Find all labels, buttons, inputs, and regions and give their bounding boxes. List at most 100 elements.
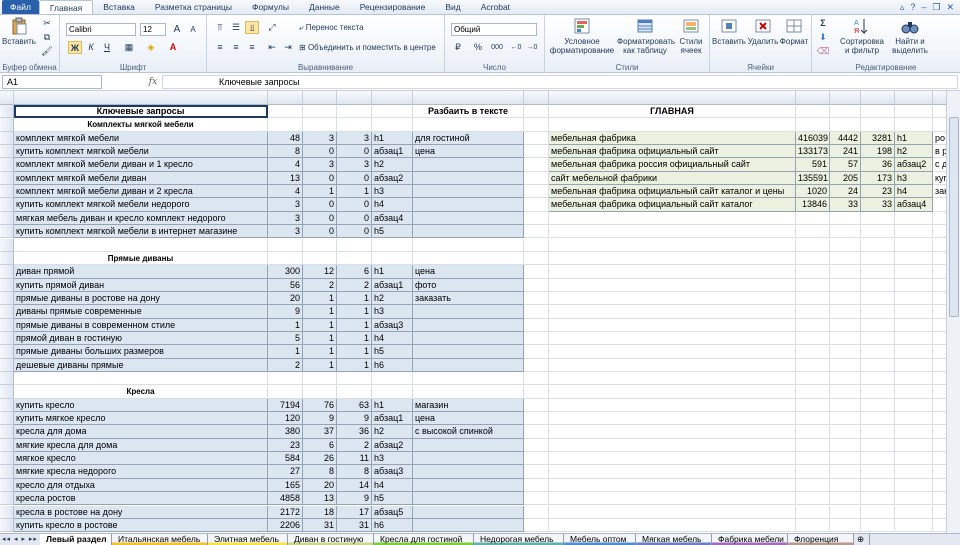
cell-H20[interactable] bbox=[549, 358, 796, 372]
sheet-nav-arrows-icon[interactable]: ◂◂ ◂ ▸ ▸▸ bbox=[0, 534, 40, 545]
cell-A24[interactable]: купить мягкое кресло bbox=[14, 412, 268, 426]
cell-L2[interactable] bbox=[895, 118, 933, 132]
borders-icon[interactable]: ▦ bbox=[122, 41, 136, 54]
decrease-decimal-icon[interactable]: →0 bbox=[525, 41, 539, 54]
worksheet-grid[interactable]: Ключевые запросы Разбаить в тексте ГЛАВНАЯ… bbox=[0, 91, 946, 533]
row-header[interactable] bbox=[0, 412, 14, 426]
cell-F3[interactable]: для гостиной bbox=[413, 131, 524, 146]
cell-G27[interactable] bbox=[524, 452, 549, 466]
sheet-tab[interactable]: Флоренция bbox=[788, 534, 854, 545]
cell-H30[interactable] bbox=[549, 492, 796, 506]
cell-L32[interactable] bbox=[895, 518, 933, 533]
cell-H14[interactable] bbox=[549, 278, 796, 292]
cell-E19[interactable]: h5 bbox=[372, 345, 413, 359]
cell-A29[interactable]: кресло для отдыха bbox=[14, 478, 268, 493]
cell-F27[interactable] bbox=[413, 452, 524, 466]
format-as-table-button[interactable]: Форматировать как таблицу bbox=[617, 17, 675, 55]
cell-K31[interactable] bbox=[861, 505, 895, 519]
column-header[interactable] bbox=[337, 91, 372, 105]
cell-H4[interactable]: мебельная фабрика официальный сайт bbox=[549, 145, 796, 159]
cell-G18[interactable] bbox=[524, 331, 549, 346]
cell-F11[interactable] bbox=[413, 238, 524, 252]
column-header[interactable] bbox=[830, 91, 861, 105]
cell-C9[interactable]: 0 bbox=[303, 211, 337, 226]
cell-E13[interactable]: h1 bbox=[372, 265, 413, 279]
cell-B4[interactable]: 8 bbox=[268, 145, 303, 159]
cell-E28[interactable]: абзац3 bbox=[372, 465, 413, 479]
cell-L3[interactable]: h1 bbox=[895, 131, 933, 146]
cell-B19[interactable]: 1 bbox=[268, 345, 303, 359]
orientation-icon[interactable]: ⤢ bbox=[265, 21, 279, 34]
cell-J3[interactable]: 4442 bbox=[830, 131, 861, 146]
cell-L22[interactable] bbox=[895, 385, 933, 399]
tab-review[interactable]: Рецензирование bbox=[350, 0, 436, 14]
row-header[interactable] bbox=[0, 198, 14, 212]
cell-A2[interactable]: Комплекты мягкой мебели bbox=[14, 118, 268, 132]
row-header[interactable] bbox=[0, 331, 14, 346]
cell-B23[interactable]: 7194 bbox=[268, 398, 303, 413]
cell-K28[interactable] bbox=[861, 465, 895, 479]
cell-B20[interactable]: 2 bbox=[268, 358, 303, 372]
cell-M9[interactable] bbox=[933, 212, 946, 226]
cell-G10[interactable] bbox=[524, 225, 549, 239]
cell-L19[interactable] bbox=[895, 345, 933, 359]
shrink-font-icon[interactable]: A bbox=[186, 23, 200, 36]
cell-J25[interactable] bbox=[830, 425, 861, 439]
column-header[interactable] bbox=[895, 91, 933, 105]
cell-L12[interactable] bbox=[895, 251, 933, 266]
column-header[interactable] bbox=[861, 91, 895, 105]
cell-K23[interactable] bbox=[861, 398, 895, 413]
cell-E18[interactable]: h4 bbox=[372, 331, 413, 346]
cell-M27[interactable] bbox=[933, 452, 946, 466]
sheet-tab[interactable]: Кресла для гостиной bbox=[374, 534, 474, 545]
cell-C6[interactable]: 0 bbox=[303, 171, 337, 186]
cell-H18[interactable] bbox=[549, 331, 796, 346]
cell-F23[interactable]: магазин bbox=[413, 398, 524, 413]
cell-M31[interactable] bbox=[933, 506, 946, 519]
cell-M30[interactable] bbox=[933, 492, 946, 506]
align-center-icon[interactable]: ≡ bbox=[229, 41, 243, 54]
row-header[interactable] bbox=[0, 345, 14, 359]
cell-L24[interactable] bbox=[895, 412, 933, 426]
row-header[interactable] bbox=[0, 185, 14, 199]
cell-H24[interactable] bbox=[549, 412, 796, 426]
cell-D20[interactable]: 1 bbox=[337, 358, 372, 372]
cell-C32[interactable]: 31 bbox=[303, 518, 337, 533]
vertical-scrollbar[interactable] bbox=[946, 91, 960, 533]
cell-E7[interactable]: h3 bbox=[372, 185, 413, 199]
cell-C12[interactable] bbox=[303, 251, 337, 266]
cell-I32[interactable] bbox=[796, 518, 830, 533]
cell-L1[interactable] bbox=[895, 105, 933, 119]
cell-M26[interactable] bbox=[933, 439, 946, 453]
cell-A14[interactable]: купить прямой диван bbox=[14, 278, 268, 292]
cell-H26[interactable] bbox=[549, 438, 796, 453]
cell-J22[interactable] bbox=[830, 385, 861, 399]
cell-G2[interactable] bbox=[524, 118, 549, 132]
cell-J6[interactable]: 205 bbox=[830, 171, 861, 186]
paste-button[interactable]: Вставить bbox=[2, 17, 36, 46]
cell-I28[interactable] bbox=[796, 465, 830, 479]
cell-M4[interactable]: в ро bbox=[933, 145, 946, 159]
delete-cells-button[interactable]: Удалить bbox=[746, 17, 780, 46]
row-header[interactable] bbox=[0, 505, 14, 519]
cell-I13[interactable] bbox=[796, 265, 830, 279]
cell-C4[interactable]: 0 bbox=[303, 145, 337, 159]
cell-M19[interactable] bbox=[933, 345, 946, 359]
cell-B32[interactable]: 2206 bbox=[268, 518, 303, 533]
bold-button[interactable]: Ж bbox=[68, 41, 82, 54]
row-header[interactable] bbox=[0, 265, 14, 279]
cell-C16[interactable]: 1 bbox=[303, 305, 337, 319]
row-header[interactable] bbox=[0, 518, 14, 533]
row-header[interactable] bbox=[0, 305, 14, 319]
cell-I17[interactable] bbox=[796, 318, 830, 332]
cell-M28[interactable] bbox=[933, 465, 946, 479]
cell-B30[interactable]: 4858 bbox=[268, 492, 303, 506]
cell-E2[interactable] bbox=[372, 118, 413, 132]
cell-G17[interactable] bbox=[524, 318, 549, 332]
cell-H32[interactable] bbox=[549, 518, 796, 533]
insert-sheet-icon[interactable]: ⊕ bbox=[854, 534, 870, 545]
align-left-icon[interactable]: ≡ bbox=[213, 41, 227, 54]
cell-D15[interactable]: 1 bbox=[337, 291, 372, 306]
cell-B26[interactable]: 23 bbox=[268, 438, 303, 453]
cell-C5[interactable]: 3 bbox=[303, 158, 337, 172]
